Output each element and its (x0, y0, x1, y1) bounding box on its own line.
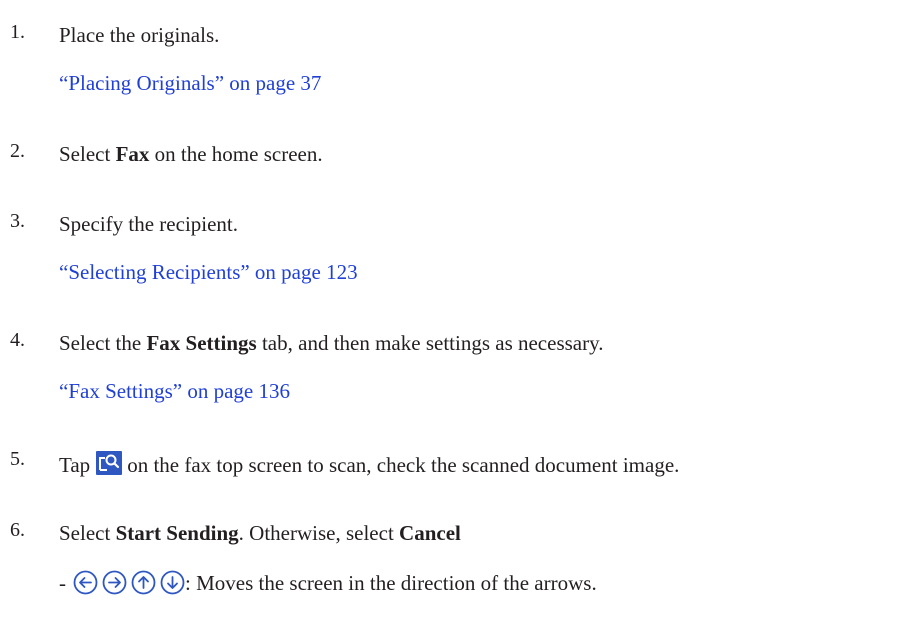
step-text: Select the Fax Settings tab, and then ma… (59, 331, 604, 355)
start-sending-label: Start Sending (115, 521, 239, 545)
arrow-up-icon (131, 570, 156, 600)
selecting-recipients-link[interactable]: “Selecting Recipients” on page 123 (59, 260, 358, 284)
step-number: 6. (10, 519, 25, 541)
step-text: Place the originals. (59, 23, 220, 47)
step-text-mid: . Otherwise, select (238, 521, 400, 545)
sub-item-text: : Moves the screen in the direction of t… (185, 571, 597, 595)
step-text: Select Fax on the home screen. (59, 142, 323, 166)
preview-scan-icon (96, 451, 123, 480)
arrow-left-icon (73, 570, 98, 600)
step-number: 2. (10, 140, 25, 162)
step-text-bold: Fax Settings (146, 331, 257, 355)
arrow-down-icon (160, 570, 185, 600)
step-number: 4. (10, 329, 25, 351)
step-text-bold: Fax (115, 142, 150, 166)
step-text-post: on the home screen. (149, 142, 323, 166)
step-text-pre: Select the (59, 331, 147, 355)
step-text-post: on the fax top screen to scan, check the… (127, 453, 680, 477)
step-number: 1. (10, 21, 25, 43)
step-number: 3. (10, 210, 25, 232)
step-text: Select Start Sending. Otherwise, select … (59, 521, 461, 545)
step-number: 5. (10, 448, 25, 470)
fax-settings-link[interactable]: “Fax Settings” on page 136 (59, 379, 290, 403)
step-text-pre: Tap (59, 453, 91, 477)
sub-item-bullet: - (59, 571, 66, 595)
cancel-label: Cancel (399, 521, 461, 545)
step-text: Tap on the fax top screen to scan, check … (59, 451, 679, 480)
step-text: Specify the recipient. (59, 212, 239, 236)
sub-item: - : Moves the screen in the direction of … (59, 570, 597, 600)
step-text-post: tab, and then make settings as necessary… (256, 331, 604, 355)
arrow-right-icon (102, 570, 127, 600)
placing-originals-link[interactable]: “Placing Originals” on page 37 (59, 71, 321, 95)
step-text-pre: Select (59, 142, 116, 166)
step-text-pre: Select (59, 521, 116, 545)
